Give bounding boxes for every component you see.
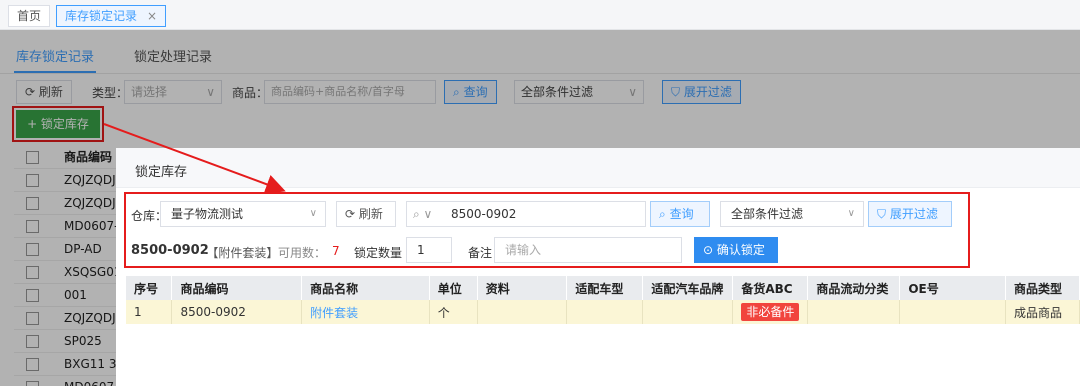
modal-title: 锁定库存 — [135, 165, 188, 180]
column-header: 序号 — [126, 276, 173, 300]
highlight-frame-lock-form — [124, 192, 970, 268]
cell-code: 8500-0902 — [171, 300, 303, 324]
tab-home-label: 首页 — [17, 9, 42, 23]
close-icon[interactable]: × — [147, 9, 157, 23]
cell-flow-class — [807, 300, 901, 324]
column-header: 资料 — [477, 276, 568, 300]
cell-fit-brand — [642, 300, 734, 324]
column-header: 适配车型 — [566, 276, 644, 300]
cell-fit-model — [566, 300, 644, 324]
table-header-row: 序号 商品编码 商品名称 单位 资料 适配车型 适配汽车品牌 备货ABC 商品流… — [126, 276, 1080, 300]
cell-unit: 个 — [429, 300, 478, 324]
lock-items-table: 序号 商品编码 商品名称 单位 资料 适配车型 适配汽车品牌 备货ABC 商品流… — [126, 276, 1080, 324]
modal-header: 锁定库存 — [116, 148, 1080, 188]
column-header: 商品编码 — [171, 276, 303, 300]
column-header: 商品类型 — [1005, 276, 1080, 300]
tab-home[interactable]: 首页 — [8, 5, 51, 27]
cell-info — [477, 300, 568, 324]
cell-type: 成品商品 — [1005, 300, 1080, 324]
column-header: 备货ABC — [732, 276, 809, 300]
tab-stock-lock-records[interactable]: 库存锁定记录 × — [56, 5, 167, 27]
column-header: OE号 — [899, 276, 1006, 300]
cell-oe — [899, 300, 1006, 324]
lock-stock-modal: 锁定库存 仓库： 量子物流测试 ∨ ⟳ 刷新 ⌕ ∨ 8500-0902 ⌕ 查… — [116, 148, 1080, 386]
abc-tag: 非必备件 — [741, 303, 800, 321]
column-header: 商品流动分类 — [807, 276, 901, 300]
cell-abc: 非必备件 — [732, 300, 809, 324]
tab-active-label: 库存锁定记录 — [65, 9, 138, 23]
table-row[interactable]: 1 8500-0902 附件套装 个 非必备件 成品商品 — [126, 300, 1080, 324]
column-header: 单位 — [429, 276, 478, 300]
tab-strip: 首页 库存锁定记录 × — [0, 0, 1080, 30]
cell-name-link[interactable]: 附件套装 — [301, 300, 430, 324]
cell-index: 1 — [126, 300, 173, 324]
column-header: 商品名称 — [301, 276, 430, 300]
column-header: 适配汽车品牌 — [642, 276, 734, 300]
